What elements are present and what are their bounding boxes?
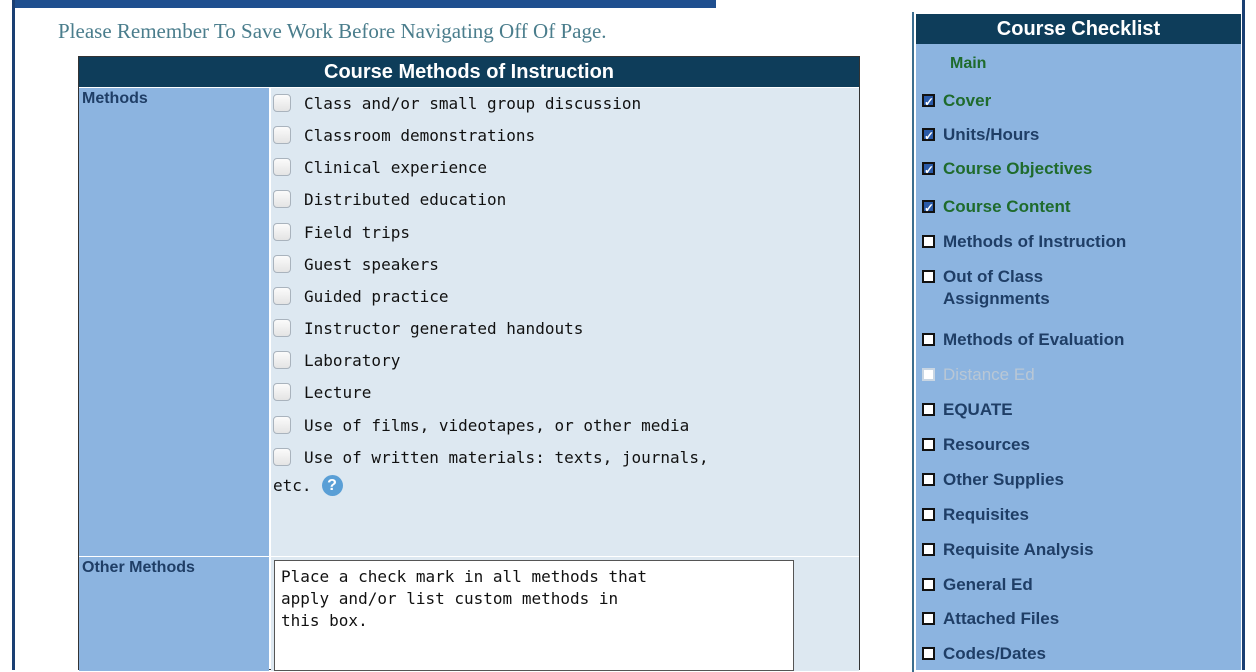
- method-label: Guided practice: [304, 286, 449, 306]
- unchecked-box-icon: [922, 578, 935, 591]
- checklist-item-label: Requisite Analysis: [943, 540, 1094, 559]
- checklist-item-label: Out of Class Assignments: [943, 267, 1050, 308]
- method-label: Clinical experience: [304, 157, 488, 177]
- checklist-item-label: Units/Hours: [943, 125, 1040, 144]
- method-option[interactable]: Guided practice: [273, 282, 449, 310]
- disabled-box-icon: [922, 368, 935, 381]
- method-option[interactable]: Clinical experience: [273, 153, 487, 181]
- checked-box-icon: [922, 197, 935, 219]
- checklist-item-label: Other Supplies: [943, 470, 1064, 489]
- method-option[interactable]: Class and/or small group discussion: [273, 89, 641, 117]
- top-accent-bar: [12, 0, 716, 8]
- checklist-item-label: Resources: [943, 435, 1030, 454]
- checklist-item-resources[interactable]: Resources: [922, 434, 1030, 456]
- unchecked-box-icon: [922, 438, 935, 451]
- method-checkbox[interactable]: [273, 255, 291, 273]
- checklist-item-label: Requisites: [943, 505, 1029, 524]
- method-option[interactable]: Classroom demonstrations: [273, 121, 535, 149]
- unchecked-box-icon: [922, 235, 935, 248]
- unchecked-box-icon: [922, 508, 935, 521]
- checklist-item-codes-dates[interactable]: Codes/Dates: [922, 643, 1046, 665]
- checklist-item-label: Cover: [943, 91, 992, 110]
- checklist-item-units-hours[interactable]: Units/Hours: [922, 124, 1040, 147]
- unchecked-box-icon: [922, 403, 935, 416]
- checklist-item-methods-of-instruction[interactable]: Methods of Instruction: [922, 231, 1126, 253]
- method-checkbox[interactable]: [273, 190, 291, 208]
- method-label: Instructor generated handouts: [304, 318, 584, 338]
- checked-box-icon: [922, 159, 935, 181]
- method-label: Use of written materials: texts, journal…: [304, 447, 709, 467]
- save-notice: Please Remember To Save Work Before Navi…: [58, 19, 607, 43]
- checklist-item-label: General Ed: [943, 575, 1033, 594]
- method-checkbox[interactable]: [273, 126, 291, 144]
- checklist-item-cover[interactable]: Cover: [922, 90, 992, 113]
- checklist-item-label: EQUATE: [943, 400, 1013, 419]
- checked-box-icon: [922, 125, 935, 147]
- method-checkbox[interactable]: [273, 448, 291, 466]
- method-label: Lecture: [304, 382, 372, 402]
- method-checkbox[interactable]: [273, 351, 291, 369]
- method-label: Field trips: [304, 222, 410, 242]
- unchecked-box-icon: [922, 612, 935, 625]
- checklist-item-label: Methods of Instruction: [943, 232, 1127, 251]
- checklist-item-label: Course Objectives: [943, 159, 1093, 178]
- checklist-item-requisite-analysis[interactable]: Requisite Analysis: [922, 539, 1094, 561]
- checklist-item-label: Attached Files: [943, 609, 1060, 628]
- checklist-item-out-of-class-assignments[interactable]: Out of Class Assignments: [922, 266, 1232, 310]
- checklist-item-label: Distance Ed: [943, 365, 1035, 384]
- unchecked-box-icon: [922, 333, 935, 346]
- unchecked-box-icon: [922, 473, 935, 486]
- method-checkbox[interactable]: [273, 319, 291, 337]
- unchecked-box-icon: [922, 647, 935, 660]
- method-label-continued: etc.: [273, 475, 312, 495]
- method-option[interactable]: Laboratory: [273, 346, 400, 374]
- method-label: Laboratory: [304, 350, 401, 370]
- help-icon[interactable]: ?: [321, 474, 343, 496]
- method-option[interactable]: Lecture: [273, 378, 371, 406]
- content-divider: [912, 12, 914, 672]
- checklist-item-equate[interactable]: EQUATE: [922, 399, 1013, 421]
- other-methods-textarea[interactable]: Place a check mark in all methods that a…: [274, 560, 794, 671]
- method-checkbox[interactable]: [273, 158, 291, 176]
- method-checkbox[interactable]: [273, 383, 291, 401]
- checklist-title: Course Checklist: [916, 14, 1241, 44]
- checked-box-icon: [922, 91, 935, 113]
- other-methods-label: Other Methods: [79, 557, 269, 671]
- method-checkbox[interactable]: [273, 223, 291, 241]
- checklist-item-other-supplies[interactable]: Other Supplies: [922, 469, 1064, 491]
- method-option[interactable]: Guest speakers: [273, 250, 439, 278]
- course-checklist: Course Checklist Main Cover Units/Hours …: [916, 14, 1241, 670]
- method-label: Distributed education: [304, 189, 507, 209]
- method-option[interactable]: Distributed education: [273, 185, 506, 213]
- checklist-item-distance-ed: Distance Ed: [922, 364, 1035, 386]
- checklist-item-general-ed[interactable]: General Ed: [922, 574, 1033, 596]
- methods-label: Methods: [79, 88, 269, 556]
- unchecked-box-icon: [922, 543, 935, 556]
- checklist-item-course-content[interactable]: Course Content: [922, 196, 1071, 219]
- method-label: Classroom demonstrations: [304, 125, 536, 145]
- methods-form: Course Methods of Instruction Methods Ot…: [78, 56, 860, 671]
- method-option[interactable]: Instructor generated handouts: [273, 314, 583, 342]
- unchecked-box-icon: [922, 270, 935, 283]
- checklist-item-label: Methods of Evaluation: [943, 330, 1125, 349]
- left-border: [12, 0, 15, 670]
- method-label: Class and/or small group discussion: [304, 93, 642, 113]
- checklist-item-requisites[interactable]: Requisites: [922, 504, 1029, 526]
- checklist-item-label: Course Content: [943, 197, 1071, 216]
- method-option[interactable]: Field trips: [273, 218, 410, 246]
- method-checkbox[interactable]: [273, 94, 291, 112]
- checklist-item-course-objectives[interactable]: Course Objectives: [922, 158, 1093, 181]
- right-border: [1242, 0, 1245, 670]
- checklist-item-methods-of-evaluation[interactable]: Methods of Evaluation: [922, 329, 1124, 351]
- method-checkbox[interactable]: [273, 287, 291, 305]
- form-title: Course Methods of Instruction: [79, 57, 859, 87]
- method-option[interactable]: Use of written materials: texts, journal…: [273, 428, 709, 499]
- method-label: Guest speakers: [304, 254, 439, 274]
- checklist-item-label: Codes/Dates: [943, 644, 1046, 663]
- checklist-item-attached-files[interactable]: Attached Files: [922, 608, 1059, 630]
- checklist-main-link[interactable]: Main: [950, 55, 986, 73]
